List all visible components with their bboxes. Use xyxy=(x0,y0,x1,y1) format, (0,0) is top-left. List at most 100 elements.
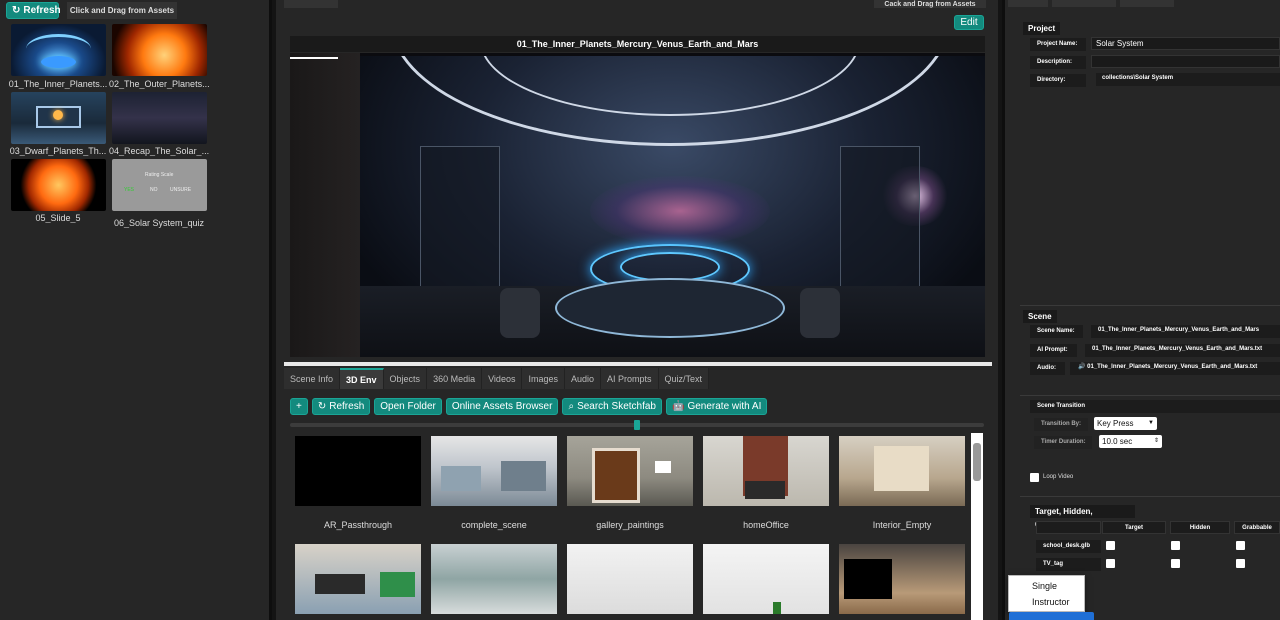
editor-panel: Cack and Drag from Assets Edit 01_The_In… xyxy=(276,0,998,620)
scene-section-title: Scene xyxy=(1023,310,1057,323)
menu-item-instructor[interactable]: Instructor xyxy=(1009,594,1084,610)
properties-tab-2[interactable] xyxy=(1052,0,1116,7)
audio-value: 🔊 01_The_Inner_Planets_Mercury_Venus_Ear… xyxy=(1070,362,1280,375)
viewport-side-panel xyxy=(290,53,360,357)
env-card-home-office[interactable] xyxy=(703,436,829,506)
edit-button[interactable]: Edit xyxy=(954,15,984,30)
plus-icon: + xyxy=(296,401,302,412)
top-tab-left[interactable] xyxy=(284,0,338,8)
asset-thumbnail-inner-planets[interactable] xyxy=(11,24,106,76)
project-name-field[interactable]: Solar System xyxy=(1091,37,1280,50)
audio-label: Audio: xyxy=(1030,362,1065,375)
mode-select-button[interactable] xyxy=(1009,612,1094,620)
tab-videos[interactable]: Videos xyxy=(482,368,523,389)
generate-ai-button[interactable]: 🤖 Generate with AI xyxy=(666,398,768,415)
grabbable-checkbox[interactable] xyxy=(1236,541,1245,550)
top-tab-drag-assets[interactable]: Cack and Drag from Assets xyxy=(874,0,986,8)
thg-section-title: Target, Hidden, Grabbable xyxy=(1030,505,1135,529)
asset-thumbnail-dwarf-planets[interactable] xyxy=(11,92,106,144)
asset-label: 06_Solar System_quiz xyxy=(113,218,205,228)
env-card-hall[interactable] xyxy=(431,544,557,614)
env-card-gallery-paintings[interactable] xyxy=(567,436,693,506)
target-checkbox[interactable] xyxy=(1106,559,1115,568)
asset-thumbnail-quiz[interactable]: Rating Scale YES NO UNSURE xyxy=(112,159,207,211)
env-label: AR_Passthrough xyxy=(323,520,393,530)
open-folder-button[interactable]: Open Folder xyxy=(374,398,442,415)
tab-audio[interactable]: Audio xyxy=(564,368,601,389)
grid-scrollbar[interactable] xyxy=(971,433,983,620)
project-name-label: Project Name: xyxy=(1030,38,1086,51)
env-card-classroom[interactable] xyxy=(295,544,421,614)
assets-refresh-button[interactable]: ↻ Refresh xyxy=(6,2,61,19)
env-label: gallery_paintings xyxy=(596,520,664,530)
search-icon: ⌕ xyxy=(568,401,575,412)
drag-from-assets-tab[interactable]: Click and Drag from Assets xyxy=(67,2,177,19)
tab-objects[interactable]: Objects xyxy=(383,368,428,389)
asset-thumbnail-outer-planets[interactable] xyxy=(112,24,207,76)
dropdown-arrow-icon: ▼ xyxy=(1148,420,1154,426)
quiz-thumb-no: NO xyxy=(150,187,158,193)
assets-panel: ↻ Refresh Click and Drag from Assets 01_… xyxy=(0,0,272,620)
loop-video-label: Loop Video xyxy=(1043,474,1074,480)
add-env-button[interactable]: + xyxy=(290,398,308,415)
stepper-arrows-icon: ⇕ xyxy=(1153,438,1159,444)
viewport-render xyxy=(360,56,985,357)
menu-item-single[interactable]: Single xyxy=(1009,578,1084,594)
tab-360-media[interactable]: 360 Media xyxy=(427,368,483,389)
viewport-divider xyxy=(284,362,992,366)
grabbable-col-header: Grabbable xyxy=(1234,521,1280,534)
env-card-theater[interactable] xyxy=(839,544,965,614)
mode-dropdown-menu: Single Instructor xyxy=(1008,575,1085,612)
tab-quiz-text[interactable]: Quiz/Text xyxy=(658,368,710,389)
env-label: Interior_Empty xyxy=(872,520,932,530)
scene-viewport[interactable] xyxy=(290,53,985,357)
description-label: Description: xyxy=(1030,56,1086,69)
target-checkbox[interactable] xyxy=(1106,541,1115,550)
slider-handle[interactable] xyxy=(634,420,640,430)
scene-transition-title: Scene Transition xyxy=(1030,400,1280,413)
asset-label: 05_Slide_5 xyxy=(35,213,81,223)
env-card-white-room[interactable] xyxy=(567,544,693,614)
transition-by-select[interactable]: Key Press ▼ xyxy=(1094,417,1157,430)
robot-icon: 🤖 xyxy=(672,401,685,412)
env-card-white-studio[interactable] xyxy=(703,544,829,614)
scene-title: 01_The_Inner_Planets_Mercury_Venus_Earth… xyxy=(290,36,985,52)
tab-ai-prompts[interactable]: AI Prompts xyxy=(601,368,659,389)
thg-name-col xyxy=(1036,521,1101,534)
online-assets-button[interactable]: Online Assets Browser xyxy=(445,398,559,415)
editor-tabs: Scene Info 3D Env Objects 360 Media Vide… xyxy=(284,368,784,389)
tab-3d-env[interactable]: 3D Env xyxy=(340,368,384,389)
scene-name-value: 01_The_Inner_Planets_Mercury_Venus_Earth… xyxy=(1091,325,1280,338)
asset-thumbnail-slide-5[interactable] xyxy=(11,159,106,211)
directory-value: collections\Solar System xyxy=(1096,73,1280,86)
loop-video-checkbox[interactable] xyxy=(1030,473,1039,482)
section-separator xyxy=(1020,496,1280,497)
grabbable-checkbox[interactable] xyxy=(1236,559,1245,568)
timer-duration-stepper[interactable]: 10.0 sec ⇕ xyxy=(1099,435,1162,448)
scrollbar-thumb[interactable] xyxy=(973,443,981,481)
quiz-thumb-title: Rating Scale xyxy=(145,172,174,178)
refresh-icon: ↻ xyxy=(12,5,21,16)
env-label: complete_scene xyxy=(461,520,527,530)
directory-label: Directory: xyxy=(1030,74,1086,87)
tab-scene-info[interactable]: Scene Info xyxy=(284,368,341,389)
thg-row-name: school_desk.glb xyxy=(1036,540,1101,553)
section-separator xyxy=(1020,395,1280,396)
hidden-checkbox[interactable] xyxy=(1171,541,1180,550)
tab-images[interactable]: Images xyxy=(522,368,565,389)
project-section-title: Project xyxy=(1023,22,1061,35)
asset-thumbnail-recap[interactable] xyxy=(112,92,207,144)
properties-tab-3[interactable] xyxy=(1120,0,1174,7)
description-field[interactable] xyxy=(1091,55,1280,68)
ai-prompt-value: 01_The_Inner_Planets_Mercury_Venus_Earth… xyxy=(1085,344,1280,357)
properties-tab-1[interactable] xyxy=(1008,0,1048,7)
env-card-ar-passthrough[interactable] xyxy=(295,436,421,506)
env-toolbar: + ↻ Refresh Open Folder Online Assets Bro… xyxy=(290,398,768,415)
env-card-complete-scene[interactable] xyxy=(431,436,557,506)
scene-name-label: Scene Name: xyxy=(1030,325,1083,338)
env-refresh-button[interactable]: ↻ Refresh xyxy=(311,398,371,415)
env-card-interior-empty[interactable] xyxy=(839,436,965,506)
search-sketchfab-button[interactable]: ⌕ Search Sketchfab xyxy=(562,398,662,415)
section-separator xyxy=(1020,305,1280,306)
hidden-checkbox[interactable] xyxy=(1171,559,1180,568)
